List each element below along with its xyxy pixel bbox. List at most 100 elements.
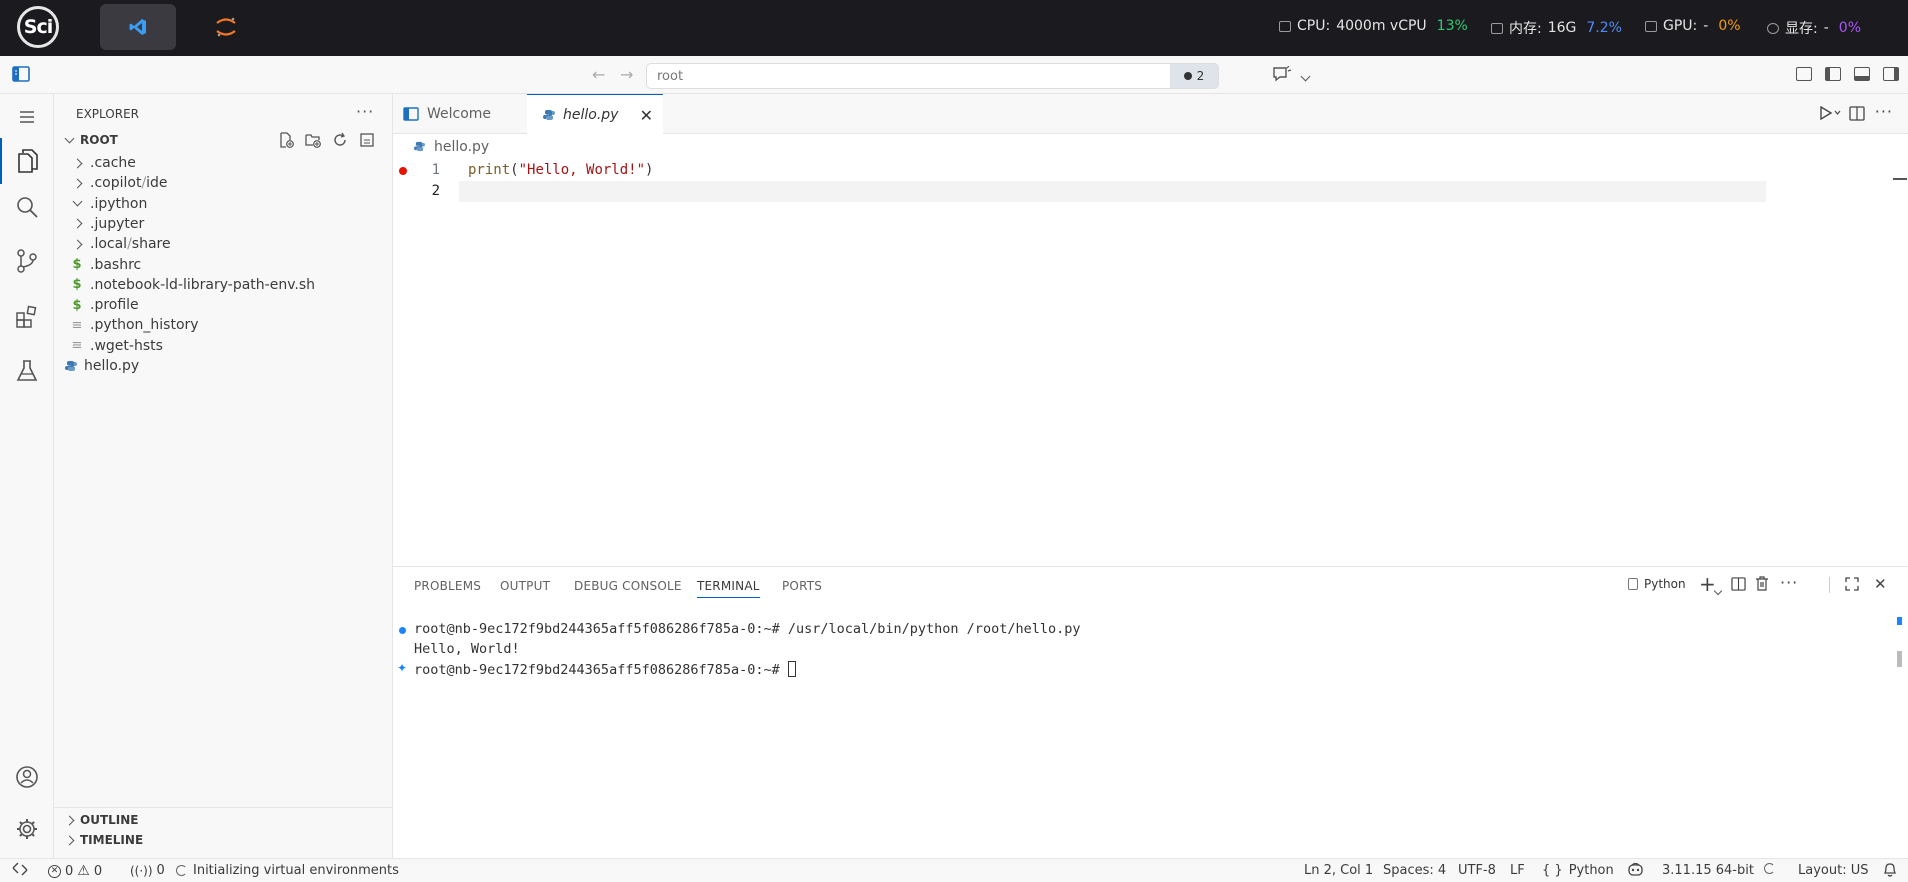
tree-item-label: .python_history: [90, 317, 199, 334]
extensions-icon[interactable]: [0, 294, 54, 340]
chevron-down-icon[interactable]: [1300, 68, 1311, 84]
run-python-file-icon[interactable]: [1819, 106, 1841, 120]
jupyter-app-button[interactable]: [188, 4, 264, 50]
cursor-position[interactable]: Ln 2, Col 1: [1304, 863, 1373, 878]
close-icon[interactable]: ✕: [640, 106, 653, 125]
tree-item-jupyter[interactable]: .jupyter: [54, 213, 392, 235]
chevron-down-icon[interactable]: [1713, 582, 1723, 598]
tab-debug-console[interactable]: DEBUG CONSOLE: [574, 579, 682, 593]
dot-icon: [1183, 72, 1192, 80]
tree-item-hello-py[interactable]: hello.py: [54, 355, 392, 377]
tree-item-wget-hsts[interactable]: ≡ .wget-hsts: [54, 335, 392, 357]
python-interpreter[interactable]: 3.11.15 64-bit: [1662, 863, 1754, 878]
tree-item-label: .ipython: [90, 195, 148, 212]
encoding[interactable]: UTF-8: [1458, 863, 1496, 878]
vscode-app-button[interactable]: [100, 4, 176, 50]
app-logo[interactable]: Sci: [17, 6, 59, 48]
terminal-more-icon[interactable]: ···: [1780, 573, 1798, 592]
cpu-percent: 13%: [1436, 18, 1468, 34]
vscode-icon: [129, 19, 146, 35]
toggle-panel-icon[interactable]: [1854, 67, 1870, 81]
editor-more-actions-icon[interactable]: ···: [1875, 102, 1893, 121]
tree-item-icon-slot: [68, 158, 86, 168]
customize-layout-icon[interactable]: [1796, 67, 1812, 81]
tree-item-label: .local: [90, 236, 128, 253]
tree-item-icon-slot: [68, 178, 86, 189]
code-editor[interactable]: 1 print("Hello, World!") 2: [393, 160, 1908, 566]
sparkle-icon: ✦: [397, 661, 408, 675]
terminal-profile-selector[interactable]: Python: [1628, 577, 1686, 591]
account-icon[interactable]: [0, 754, 54, 800]
more-actions-icon[interactable]: ···: [356, 102, 374, 121]
maximize-panel-icon[interactable]: [1845, 577, 1859, 591]
language-mode[interactable]: { } Python: [1542, 863, 1614, 878]
terminal-profile-label: Python: [1644, 577, 1686, 591]
menu-logo-icon[interactable]: [12, 66, 30, 82]
outline-section-header[interactable]: OUTLINE: [54, 810, 392, 830]
split-terminal-icon[interactable]: [1731, 577, 1746, 591]
cpu-stat: CPU: 4000m vCPU 13%: [1279, 18, 1468, 34]
refresh-icon[interactable]: [332, 132, 348, 148]
tree-item-copilot[interactable]: .copilot / ide: [54, 172, 392, 194]
command-center-search[interactable]: root 2: [646, 63, 1219, 89]
keyboard-layout[interactable]: Layout: US: [1798, 863, 1868, 878]
command-success-dot: [399, 627, 406, 634]
tab-hello-py[interactable]: hello.py ✕: [527, 94, 663, 134]
tab-output[interactable]: OUTPUT: [500, 579, 550, 593]
copilot-icon[interactable]: [1627, 862, 1644, 877]
tree-item-notebook-ld-library-path-env-sh[interactable]: $ .notebook-ld-library-path-env.sh: [54, 274, 392, 296]
new-terminal-plus-icon[interactable]: +: [1699, 572, 1716, 596]
new-file-icon[interactable]: [278, 132, 294, 148]
ports-status[interactable]: ((·)) 0: [130, 863, 165, 878]
search-icon[interactable]: [0, 184, 54, 230]
breadcrumb-file[interactable]: hello.py: [434, 139, 489, 155]
tree-item-label: .bashrc: [90, 256, 142, 273]
terminal-line: Hello, World!: [414, 641, 520, 657]
tree-item-profile[interactable]: $ .profile: [54, 294, 392, 316]
tree-item-bashrc[interactable]: $ .bashrc: [54, 254, 392, 276]
problems-badge[interactable]: 2: [1170, 64, 1218, 88]
split-editor-icon[interactable]: [1849, 106, 1865, 121]
tab-welcome[interactable]: Welcome: [393, 94, 527, 134]
settings-gear-icon[interactable]: [0, 806, 54, 852]
testing-flask-icon[interactable]: [0, 348, 54, 394]
tree-item-local[interactable]: .local / share: [54, 233, 392, 255]
notifications-bell-icon[interactable]: [1883, 862, 1897, 877]
gpu-icon: [1645, 20, 1657, 32]
tab-terminal[interactable]: TERMINAL: [697, 579, 760, 598]
root-folder-label: ROOT: [80, 133, 118, 147]
tree-item-label: .wget-hsts: [90, 337, 163, 354]
tree-item-label: hello.py: [84, 358, 140, 374]
hamburger-menu-icon[interactable]: [0, 94, 54, 140]
trash-icon[interactable]: [1755, 576, 1769, 591]
remote-indicator-icon[interactable]: [12, 862, 28, 876]
activity-status[interactable]: Initializing virtual environments: [176, 863, 399, 878]
terminal-prompt-line[interactable]: root@nb-9ec172f9bd244365aff5f086286f785a…: [414, 661, 796, 678]
tree-item-cache[interactable]: .cache: [54, 152, 392, 174]
close-panel-icon[interactable]: ✕: [1874, 575, 1887, 593]
tree-item-python-history[interactable]: ≡ .python_history: [54, 314, 392, 336]
new-folder-icon[interactable]: [305, 132, 321, 148]
back-arrow-icon[interactable]: ←: [592, 65, 605, 84]
vram-percent: 0%: [1838, 20, 1861, 36]
timeline-section-header[interactable]: TIMELINE: [54, 830, 392, 850]
chevron-right-icon: [72, 218, 82, 229]
collapse-all-icon[interactable]: [359, 132, 375, 148]
toggle-secondary-sidebar-icon[interactable]: [1883, 67, 1899, 81]
explorer-files-icon[interactable]: [0, 138, 54, 184]
end-of-line[interactable]: LF: [1510, 863, 1525, 878]
tree-item-ipython[interactable]: .ipython: [54, 193, 392, 215]
toggle-primary-sidebar-icon[interactable]: [1825, 67, 1841, 81]
problems-status[interactable]: ✕ 0 ⚠ 0: [48, 863, 102, 879]
terminal-scrollbar[interactable]: [1897, 651, 1902, 667]
current-line-highlight: [459, 181, 1766, 202]
tab-problems[interactable]: PROBLEMS: [414, 579, 481, 593]
line-number: 1: [431, 162, 440, 178]
source-control-icon[interactable]: [0, 238, 54, 284]
tree-item-sublabel: share: [131, 236, 171, 253]
tab-ports[interactable]: PORTS: [782, 579, 822, 593]
forward-arrow-icon[interactable]: →: [620, 65, 633, 84]
indentation[interactable]: Spaces: 4: [1383, 863, 1446, 878]
copilot-chat-icon[interactable]: [1272, 66, 1292, 82]
tab-hello-label: hello.py: [563, 106, 619, 123]
